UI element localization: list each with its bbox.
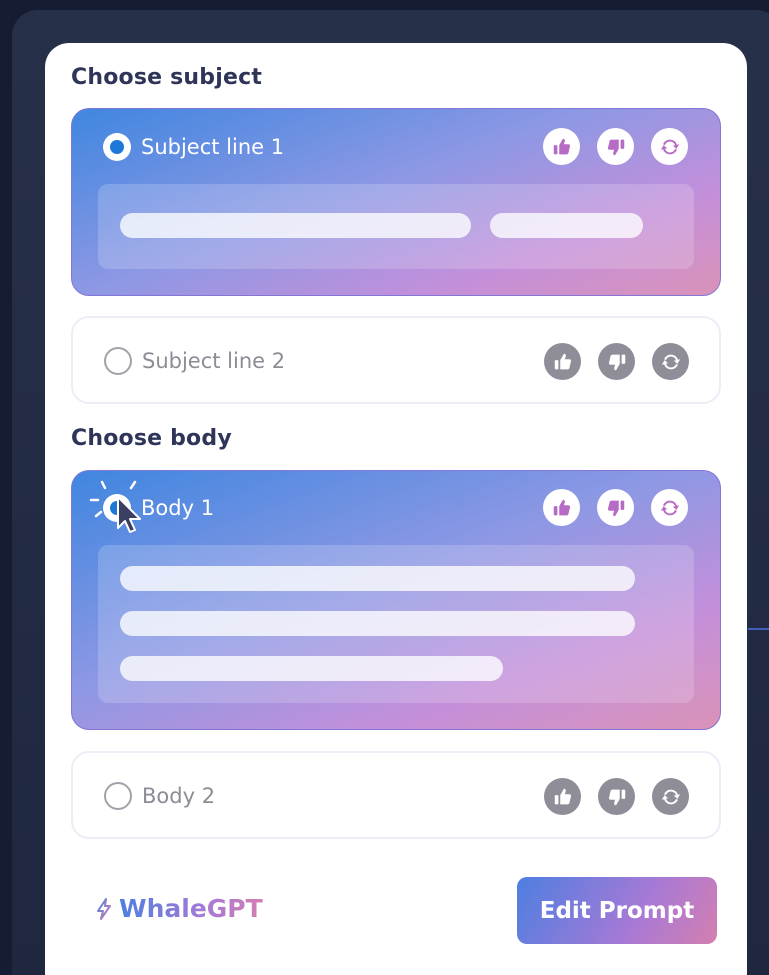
thumbs-up-icon[interactable] — [543, 128, 580, 165]
body-section-title: Choose body — [71, 426, 232, 451]
brand-logo: WhaleGPT — [95, 894, 263, 923]
refresh-icon[interactable] — [651, 128, 688, 165]
refresh-icon[interactable] — [652, 778, 689, 815]
subject-preview-line — [490, 213, 643, 238]
subject-option-2-label: Subject line 2 — [142, 349, 286, 373]
subject-preview-box — [98, 184, 694, 269]
thumbs-up-icon[interactable] — [544, 778, 581, 815]
edit-prompt-button[interactable]: Edit Prompt — [517, 877, 717, 944]
thumbs-down-icon[interactable] — [597, 489, 634, 526]
background-accent-line — [748, 628, 769, 630]
subject-option-1-label: Subject line 1 — [141, 135, 285, 159]
body-option-1[interactable]: Body 1 — [71, 470, 721, 730]
body-option-2[interactable]: Body 2 — [71, 751, 721, 839]
thumbs-up-icon[interactable] — [544, 343, 581, 380]
lightning-icon — [97, 897, 111, 920]
subject-option-1[interactable]: Subject line 1 — [71, 108, 721, 296]
body-preview-line — [120, 566, 635, 591]
subject-option-1-radio[interactable] — [103, 133, 131, 161]
body-option-2-label: Body 2 — [142, 784, 216, 808]
thumbs-down-icon[interactable] — [598, 343, 635, 380]
body-preview-line — [120, 611, 635, 636]
body-preview-line — [120, 656, 503, 681]
subject-option-2-radio[interactable] — [104, 347, 132, 375]
body-preview-box — [98, 545, 694, 703]
thumbs-down-icon[interactable] — [597, 128, 634, 165]
body-option-1-radio[interactable] — [103, 494, 131, 522]
subject-option-2[interactable]: Subject line 2 — [71, 316, 721, 404]
thumbs-down-icon[interactable] — [598, 778, 635, 815]
body-option-2-radio[interactable] — [104, 782, 132, 810]
body-option-1-label: Body 1 — [141, 496, 215, 520]
refresh-icon[interactable] — [651, 489, 688, 526]
brand-name: WhaleGPT — [119, 894, 263, 923]
subject-section-title: Choose subject — [71, 65, 263, 90]
refresh-icon[interactable] — [652, 343, 689, 380]
subject-preview-line — [120, 213, 471, 238]
thumbs-up-icon[interactable] — [543, 489, 580, 526]
email-builder-card: Choose subject Subject line 1 Subject li… — [45, 43, 747, 975]
